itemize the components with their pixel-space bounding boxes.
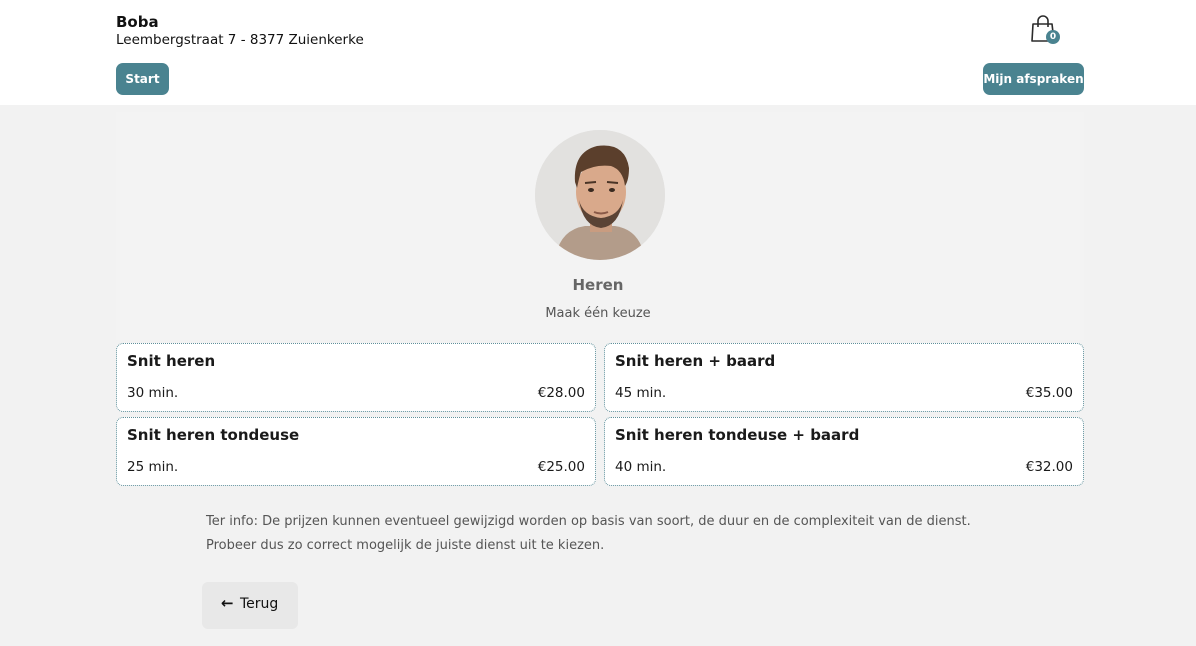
service-name: Snit heren tondeuse: [127, 426, 300, 444]
service-name: Snit heren tondeuse + baard: [615, 426, 860, 444]
category-title: Heren: [572, 276, 624, 294]
service-name: Snit heren: [127, 352, 216, 370]
category-subtitle: Maak één keuze: [545, 306, 651, 321]
service-card[interactable]: Snit heren + baard 45 min. €35.00: [604, 343, 1084, 412]
price-info-text: Ter info: De prijzen kunnen eventueel ge…: [206, 514, 971, 553]
top-header: Boba Leembergstraat 7 - 8377 Zuienkerke …: [0, 0, 1196, 105]
cart-count-badge: 0: [1046, 30, 1060, 44]
my-appointments-button[interactable]: Mijn afspraken: [983, 63, 1084, 95]
service-price: €25.00: [537, 459, 585, 475]
service-duration: 30 min.: [127, 385, 179, 401]
back-button[interactable]: ← Terug: [202, 582, 298, 629]
service-price: €28.00: [537, 385, 585, 401]
service-card[interactable]: Snit heren 30 min. €28.00: [116, 343, 596, 412]
service-card[interactable]: Snit heren tondeuse 25 min. €25.00: [116, 417, 596, 486]
back-button-label: Terug: [240, 596, 279, 612]
shop-name: Boba: [116, 13, 159, 31]
service-duration: 40 min.: [615, 459, 667, 475]
man-portrait-image: [535, 130, 665, 260]
service-card[interactable]: Snit heren tondeuse + baard 40 min. €32.…: [604, 417, 1084, 486]
start-button[interactable]: Start: [116, 63, 169, 95]
service-price: €35.00: [1025, 385, 1073, 401]
service-duration: 25 min.: [127, 459, 179, 475]
arrow-left-icon: ←: [221, 594, 234, 612]
shop-address: Leembergstraat 7 - 8377 Zuienkerke: [116, 32, 364, 48]
service-duration: 45 min.: [615, 385, 667, 401]
category-avatar: [535, 130, 665, 260]
service-name: Snit heren + baard: [615, 352, 776, 370]
shopping-bag-button[interactable]: 0: [1030, 14, 1060, 46]
service-price: €32.00: [1025, 459, 1073, 475]
